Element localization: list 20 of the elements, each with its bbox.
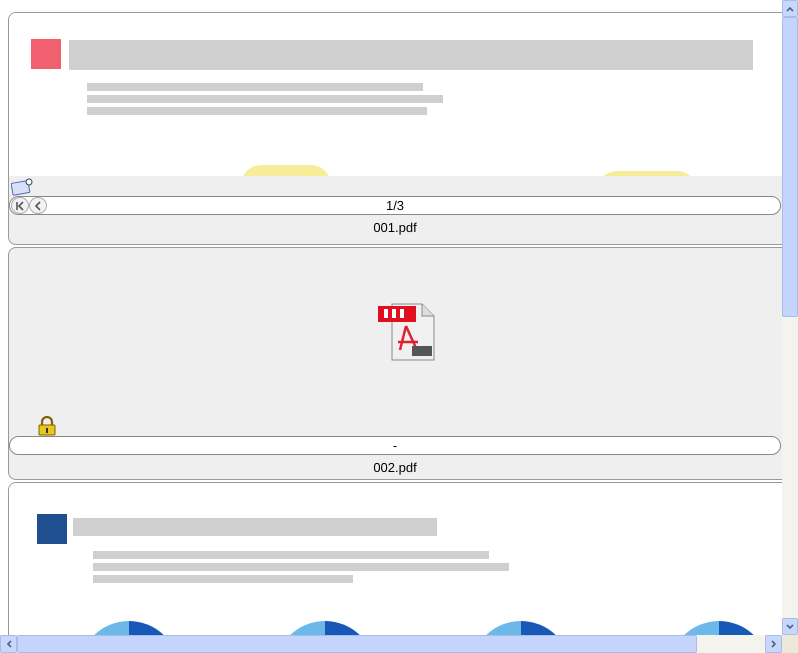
- horizontal-scroll-thumb[interactable]: [17, 635, 697, 653]
- file-name: 002.pdf: [373, 460, 417, 474]
- page-indicator: 1/3: [386, 198, 404, 213]
- scroll-up-button[interactable]: [782, 0, 798, 17]
- chevron-down-icon: [786, 624, 794, 630]
- chevron-right-icon: [770, 640, 776, 648]
- chevron-up-icon: [786, 6, 794, 12]
- page-indicator: -: [392, 438, 398, 453]
- vertical-scroll-thumb[interactable]: [782, 17, 798, 317]
- chevron-left-icon: [6, 640, 12, 648]
- file-card[interactable]: 1/3 001.pdf: [8, 12, 782, 245]
- file-name: 001.pdf: [373, 220, 417, 234]
- first-page-icon: [14, 200, 26, 212]
- scroll-down-button[interactable]: [782, 618, 798, 635]
- scrollbar-corner: [782, 635, 798, 653]
- first-page-button[interactable]: [11, 197, 29, 214]
- scroll-right-button[interactable]: [765, 635, 782, 653]
- file-card[interactable]: - 002.pdf: [8, 247, 782, 480]
- scroll-left-button[interactable]: [0, 635, 17, 653]
- previous-page-button[interactable]: [29, 197, 47, 214]
